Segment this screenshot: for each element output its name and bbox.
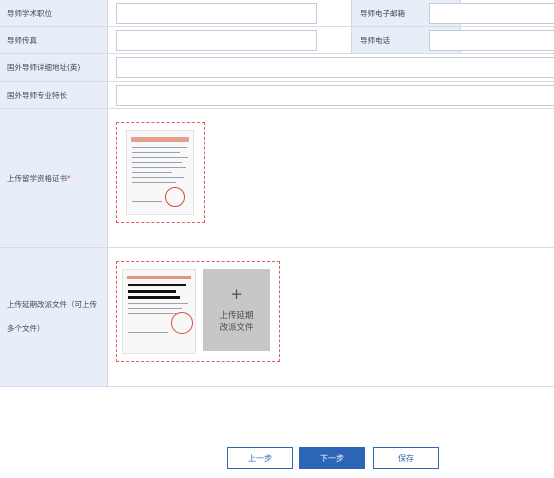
doc-line — [132, 152, 180, 153]
form-row-deferral: 上传延期改派文件（可上传多个文件） + 上传延期改派文件 — [0, 248, 554, 387]
doc-line — [132, 172, 172, 173]
doc-line — [128, 296, 180, 299]
address-input[interactable] — [116, 57, 554, 78]
certificate-label-text: 上传留学资格证书 — [7, 173, 67, 183]
seal-stamp — [171, 312, 193, 334]
next-step-button[interactable]: 下一步 — [299, 447, 365, 469]
email-input[interactable] — [429, 3, 554, 24]
form-row-fax: 导师传真 导师电话 — [0, 27, 554, 54]
add-file-tile[interactable]: + 上传延期改派文件 — [203, 269, 270, 351]
seal-stamp — [165, 187, 185, 207]
label-fax: 导师传真 — [0, 27, 108, 53]
required-mark: * — [67, 173, 71, 183]
specialty-input[interactable] — [116, 85, 554, 106]
phone-input[interactable] — [429, 30, 554, 51]
doc-line — [128, 284, 186, 286]
doc-line — [128, 332, 168, 333]
doc-line — [132, 147, 187, 148]
doc-line — [132, 162, 182, 163]
doc-line — [132, 201, 162, 202]
doc-line — [132, 157, 188, 158]
doc-line — [132, 177, 184, 178]
form-row-address: 国外导师详细地址(英) — [0, 54, 554, 82]
plus-icon: + — [230, 285, 243, 303]
form-row-academic-position: 导师学术职位 导师电子邮箱 — [0, 0, 554, 27]
form-row-specialty: 国外导师专业特长 — [0, 82, 554, 109]
certificate-upload-box[interactable] — [116, 122, 205, 223]
prev-step-button[interactable]: 上一步 — [227, 447, 293, 469]
label-deferral: 上传延期改派文件（可上传多个文件） — [0, 248, 108, 386]
add-file-label: 上传延期改派文件 — [219, 311, 254, 333]
doc-line — [128, 313, 176, 314]
academic-position-input[interactable] — [116, 3, 317, 24]
save-button[interactable]: 保存 — [373, 447, 439, 469]
label-specialty: 国外导师专业特长 — [0, 82, 108, 108]
fax-input[interactable] — [116, 30, 317, 51]
doc-line — [128, 308, 182, 309]
doc-header — [131, 137, 189, 142]
deferral-thumbnail[interactable] — [122, 269, 196, 354]
doc-line — [132, 167, 186, 168]
deferral-upload-box[interactable]: + 上传延期改派文件 — [116, 261, 280, 362]
doc-line — [128, 290, 176, 293]
doc-header — [127, 276, 191, 279]
form-row-certificate: 上传留学资格证书 * — [0, 109, 554, 248]
label-address: 国外导师详细地址(英) — [0, 54, 108, 81]
certificate-thumbnail[interactable] — [126, 130, 194, 215]
doc-line — [128, 303, 188, 304]
label-academic-position: 导师学术职位 — [0, 0, 108, 26]
doc-line — [132, 182, 176, 183]
label-certificate: 上传留学资格证书 * — [0, 109, 108, 247]
